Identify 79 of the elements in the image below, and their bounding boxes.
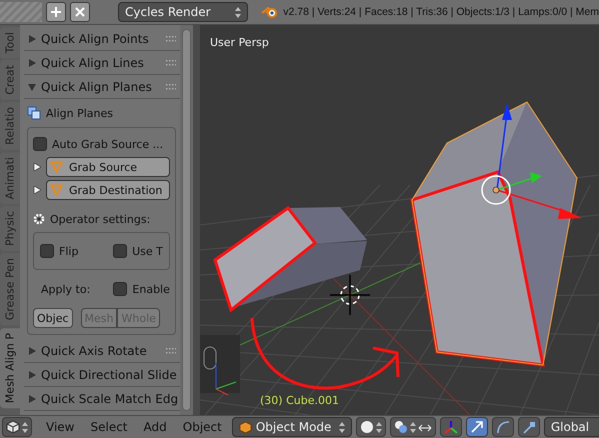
up-down-arrows-icon — [410, 422, 416, 432]
expanded-triangle-icon — [28, 82, 36, 90]
panel-header[interactable]: Quick Axis Rotate — [24, 339, 180, 363]
translate-button[interactable] — [466, 417, 488, 437]
target-button[interactable]: Objec — [33, 308, 73, 328]
checkbox[interactable] — [113, 282, 128, 296]
grab-button[interactable]: Grab Destination — [46, 180, 170, 200]
editor-type-button[interactable] — [2, 417, 32, 437]
cube-icon — [6, 420, 20, 434]
operator-label: Align Planes — [46, 106, 113, 120]
collapsed-triangle-icon — [28, 394, 36, 402]
close-button[interactable] — [70, 2, 90, 22]
up-down-arrows-icon — [22, 422, 28, 432]
menu-item[interactable]: Object — [176, 420, 228, 434]
gear-icon — [33, 213, 45, 225]
manipulator-toggle[interactable] — [440, 417, 462, 437]
orientation-dropdown[interactable]: Global — [544, 417, 599, 437]
up-down-arrows-icon — [376, 422, 382, 432]
pivot-dropdown[interactable] — [390, 417, 436, 437]
side-tab[interactable]: Mesh Align P — [0, 328, 20, 408]
shading-dropdown[interactable] — [356, 417, 386, 437]
scale-button[interactable] — [518, 417, 540, 437]
drag-handle-icon[interactable] — [166, 84, 176, 90]
settings-label: Operator settings: — [50, 212, 150, 226]
side-tab[interactable]: Relatio — [0, 102, 20, 150]
side-tab[interactable]: Animati — [0, 152, 20, 204]
checkbox[interactable] — [113, 244, 128, 258]
view-label: User Persp — [210, 36, 269, 49]
scrollbar[interactable] — [182, 29, 191, 411]
side-tab[interactable]: Physic — [0, 206, 20, 252]
viewport[interactable]: User Persp (30) Cube.001 — [200, 25, 599, 415]
menu-item[interactable]: Add — [138, 420, 173, 434]
arrow-icon — [470, 420, 484, 434]
drag-handle-icon[interactable] — [166, 348, 176, 354]
up-down-arrows-icon — [338, 422, 345, 432]
checkbox-label: Flip — [59, 244, 78, 258]
vertex-triangle-icon — [50, 161, 63, 173]
checkbox-label: Enable — [132, 282, 170, 296]
arc-icon — [496, 420, 510, 434]
logo-icon — [261, 5, 280, 19]
drag-handle-icon[interactable] — [166, 60, 176, 66]
sphere-icon — [360, 420, 374, 434]
planes-icon — [27, 106, 41, 120]
close-icon — [75, 7, 85, 17]
rotate-button[interactable] — [492, 417, 514, 437]
circles-icon — [394, 420, 408, 434]
collapsed-triangle-icon — [28, 370, 36, 378]
panel-header[interactable]: Quick Align Planes — [24, 75, 180, 99]
checkbox[interactable] — [33, 137, 47, 151]
drag-handle-icon[interactable] — [166, 36, 176, 42]
mode-dropdown[interactable]: Object Mode — [232, 417, 352, 437]
checkbox-label: Use T — [132, 244, 163, 258]
scale-handle-icon — [522, 420, 536, 434]
object-label: (30) Cube.001 — [260, 394, 339, 407]
axes-icon — [444, 420, 458, 434]
panel-header[interactable]: Quick Scale Match Edg — [24, 387, 180, 411]
checkbox[interactable] — [40, 244, 54, 258]
checkbox-label: Auto Grab Source ... — [52, 138, 164, 150]
panel-header[interactable]: Quick Align Points — [24, 27, 180, 51]
up-down-arrows-icon — [235, 6, 241, 18]
collapsed-triangle-icon — [28, 346, 36, 354]
panel-header[interactable]: Quick Directional Slide — [24, 363, 180, 387]
side-tab[interactable]: Tool — [0, 27, 20, 58]
side-tab[interactable]: Grease Pen — [0, 253, 20, 326]
name-field[interactable] — [0, 2, 42, 22]
menu-item[interactable]: View — [40, 420, 80, 434]
vertex-triangle-icon — [50, 184, 63, 196]
scene-stats: v2.78 | Verts:24 | Faces:18 | Tris:36 | Objects:1/3 | Lamps:0/0 | Mem — [283, 6, 599, 18]
panel-header[interactable]: Quick Align Lines — [24, 51, 180, 75]
render-engine-dropdown[interactable]: Cycles Render — [118, 2, 248, 22]
apply-label: Apply to: — [41, 282, 90, 296]
side-tab[interactable]: Creat — [0, 60, 20, 100]
menu-item[interactable]: Select — [84, 420, 134, 434]
add-button[interactable] — [46, 2, 66, 22]
collapsed-triangle-icon — [28, 58, 36, 66]
plus-icon — [50, 6, 62, 18]
cube-icon — [238, 420, 252, 434]
collapsed-triangle-icon — [28, 34, 36, 42]
grab-button[interactable]: Grab Source — [46, 157, 170, 177]
